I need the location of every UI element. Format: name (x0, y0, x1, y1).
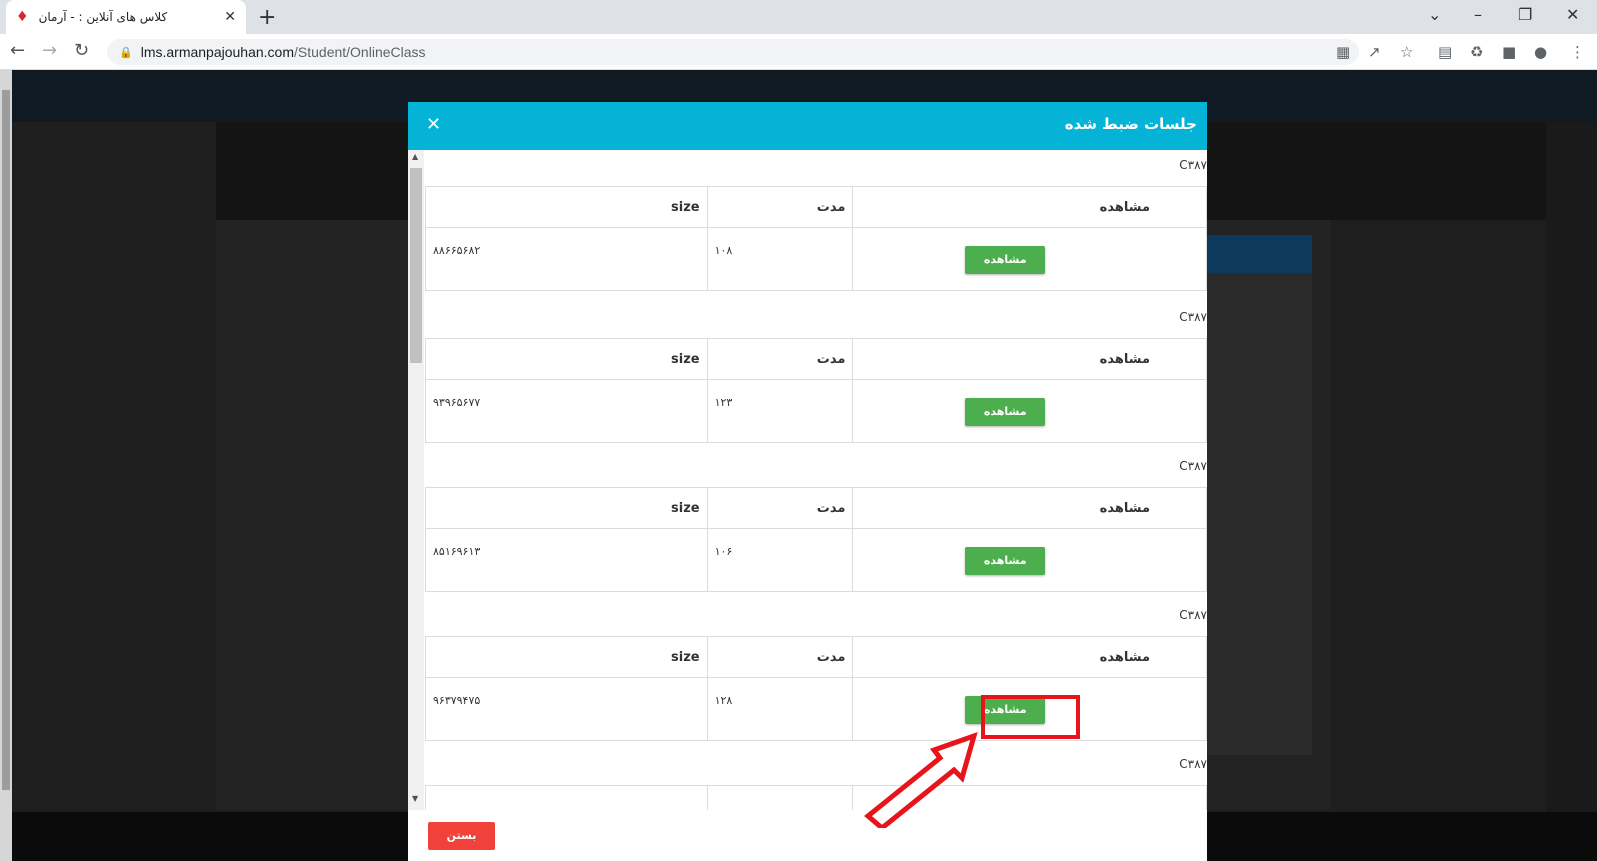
session-label: C۳۸۷ (1179, 459, 1207, 473)
view-recording-button[interactable]: مشاهده (965, 246, 1046, 274)
session-block: C۳۸۷ (425, 749, 1207, 810)
close-icon[interactable]: ✕ (426, 114, 441, 135)
view-cell: مشاهده (852, 379, 1207, 443)
browser-tab-bar: ♦ کلاس های آنلاین : - آرمان ✕ + ⌄ – ❐ ✕ (0, 0, 1597, 34)
view-recording-button[interactable]: مشاهده (965, 547, 1046, 575)
column-header-size (425, 785, 708, 810)
duration-cell: ۱۰۶ (706, 528, 854, 592)
session-label: C۳۸۷ (1179, 608, 1207, 622)
bookmark-star-icon[interactable]: ☆ (1400, 43, 1413, 61)
browser-tab[interactable]: ♦ کلاس های آنلاین : - آرمان ✕ (6, 0, 246, 34)
extension-badge-icon[interactable]: ▤ (1438, 43, 1452, 61)
modal-header: جلسات ضبط شده ✕ (408, 102, 1207, 150)
duration-cell: ۱۰۸ (706, 227, 854, 291)
duration-cell: ۱۲۳ (706, 379, 854, 443)
recording-table: مشاهده مدت size مشاهده ۱۲۸ ۹۶۳۷۹۴۷۵ (425, 636, 1207, 741)
recording-table: مشاهده مدت size مشاهده ۱۰۸ ۸۸۶۶۵۶۸۲ (425, 186, 1207, 291)
new-tab-icon[interactable]: + (258, 5, 276, 30)
table-row: مشاهده ۱۰۶ ۸۵۱۶۹۶۱۳ (425, 528, 1207, 592)
forward-icon[interactable]: → (42, 40, 57, 61)
tab-search-chevron-icon[interactable]: ⌄ (1428, 5, 1441, 24)
menu-kebab-icon[interactable]: ⋮ (1570, 43, 1585, 61)
recorded-sessions-modal: جلسات ضبط شده ✕ ▲ ▼ C۳۸۷ مشاهده مدت size… (408, 102, 1207, 861)
url-host: lms.armanpajouhan.com (140, 44, 294, 60)
minimize-icon[interactable]: – (1474, 5, 1482, 24)
table-header-row: مشاهده مدت size (425, 487, 1207, 529)
table-row: مشاهده ۱۰۸ ۸۸۶۶۵۶۸۲ (425, 227, 1207, 291)
lock-icon[interactable]: 🔒 (119, 46, 133, 59)
column-header-duration: مدت (706, 186, 854, 228)
duration-cell: ۱۲۸ (706, 677, 854, 741)
column-header-duration: مدت (706, 338, 854, 380)
session-block: C۳۸۷ مشاهده مدت size مشاهده ۱۰۶ ۸۵۱۶۹۶۱۳ (425, 451, 1207, 600)
table-header-row: مشاهده مدت size (425, 338, 1207, 380)
view-cell: مشاهده (852, 528, 1207, 592)
column-header-size: size (425, 338, 708, 380)
column-header-duration: مدت (706, 487, 854, 529)
column-header-duration (706, 785, 854, 810)
column-header-size: size (425, 636, 708, 678)
session-label: C۳۸۷ (1179, 757, 1207, 771)
view-recording-button[interactable]: مشاهده (965, 696, 1046, 724)
browser-toolbar: ← → ↻ 🔒 lms.armanpajouhan.com/Student/On… (0, 34, 1597, 70)
session-block: C۳۸۷ مشاهده مدت size مشاهده ۱۲۸ ۹۶۳۷۹۴۷۵ (425, 600, 1207, 749)
recording-table: مشاهده مدت size مشاهده ۱۲۳ ۹۳۹۶۵۶۷۷ (425, 338, 1207, 443)
url-path: /Student/OnlineClass (294, 44, 426, 60)
share-icon[interactable]: ↗ (1368, 43, 1381, 61)
table-header-row: مشاهده مدت size (425, 186, 1207, 228)
table-header-row (425, 785, 1207, 810)
modal-body: ▲ ▼ C۳۸۷ مشاهده مدت size مشاهده ۱۰۸ ۸۸۶۶… (408, 150, 1207, 810)
ruby-favicon-icon: ♦ (16, 9, 29, 25)
column-header-view: مشاهده (852, 636, 1207, 678)
size-cell: ۹۶۳۷۹۴۷۵ (425, 677, 708, 741)
modal-scrollbar[interactable]: ▲ ▼ (408, 150, 424, 810)
address-bar[interactable]: 🔒 lms.armanpajouhan.com/Student/OnlineCl… (107, 39, 1359, 65)
view-cell: مشاهده (852, 677, 1207, 741)
scroll-down-icon[interactable]: ▼ (412, 794, 418, 803)
extensions-puzzle-icon[interactable]: ■ (1502, 43, 1516, 61)
table-header-row: مشاهده مدت size (425, 636, 1207, 678)
right-sidebar (1546, 122, 1597, 812)
session-label: C۳۸۷ (1179, 158, 1207, 172)
session-block: C۳۸۷ مشاهده مدت size مشاهده ۱۲۳ ۹۳۹۶۵۶۷۷ (425, 302, 1207, 451)
modal-title: جلسات ضبط شده (1064, 115, 1197, 133)
session-label: C۳۸۷ (1179, 310, 1207, 324)
profile-avatar-icon[interactable]: ● (1534, 43, 1547, 61)
recycle-extension-icon[interactable]: ♻ (1470, 43, 1483, 61)
class-info-card (1200, 235, 1312, 755)
column-header-size: size (425, 487, 708, 529)
session-block: C۳۸۷ مشاهده مدت size مشاهده ۱۰۸ ۸۸۶۶۵۶۸۲ (425, 150, 1207, 302)
table-row: مشاهده ۱۲۸ ۹۶۳۷۹۴۷۵ (425, 677, 1207, 741)
sessions-list: C۳۸۷ مشاهده مدت size مشاهده ۱۰۸ ۸۸۶۶۵۶۸۲… (425, 150, 1207, 810)
scroll-up-icon[interactable]: ▲ (412, 152, 418, 161)
modal-footer: بستن (408, 810, 1207, 861)
modal-scrollbar-thumb[interactable] (410, 168, 422, 363)
recording-table (425, 785, 1207, 810)
tab-title: کلاس های آنلاین : - آرمان (38, 10, 168, 24)
view-cell: مشاهده (852, 227, 1207, 291)
column-header-view: مشاهده (852, 487, 1207, 529)
column-header-duration: مدت (706, 636, 854, 678)
size-cell: ۹۳۹۶۵۶۷۷ (425, 379, 708, 443)
size-cell: ۸۵۱۶۹۶۱۳ (425, 528, 708, 592)
back-icon[interactable]: ← (10, 40, 25, 61)
column-header-view: مشاهده (852, 186, 1207, 228)
close-button[interactable]: بستن (428, 822, 495, 850)
size-cell: ۸۸۶۶۵۶۸۲ (425, 227, 708, 291)
reload-icon[interactable]: ↻ (74, 40, 89, 61)
recording-table: مشاهده مدت size مشاهده ۱۰۶ ۸۵۱۶۹۶۱۳ (425, 487, 1207, 592)
view-recording-button[interactable]: مشاهده (965, 398, 1046, 426)
page-scrollbar-thumb[interactable] (2, 90, 10, 790)
translate-icon[interactable]: ▦ (1336, 43, 1350, 61)
restore-icon[interactable]: ❐ (1518, 5, 1532, 24)
table-row: مشاهده ۱۲۳ ۹۳۹۶۵۶۷۷ (425, 379, 1207, 443)
column-header-size: size (425, 186, 708, 228)
column-header-view (852, 785, 1207, 810)
close-tab-icon[interactable]: ✕ (224, 9, 236, 25)
window-close-icon[interactable]: ✕ (1566, 5, 1579, 24)
column-header-view: مشاهده (852, 338, 1207, 380)
page-scrollbar[interactable] (0, 70, 12, 861)
